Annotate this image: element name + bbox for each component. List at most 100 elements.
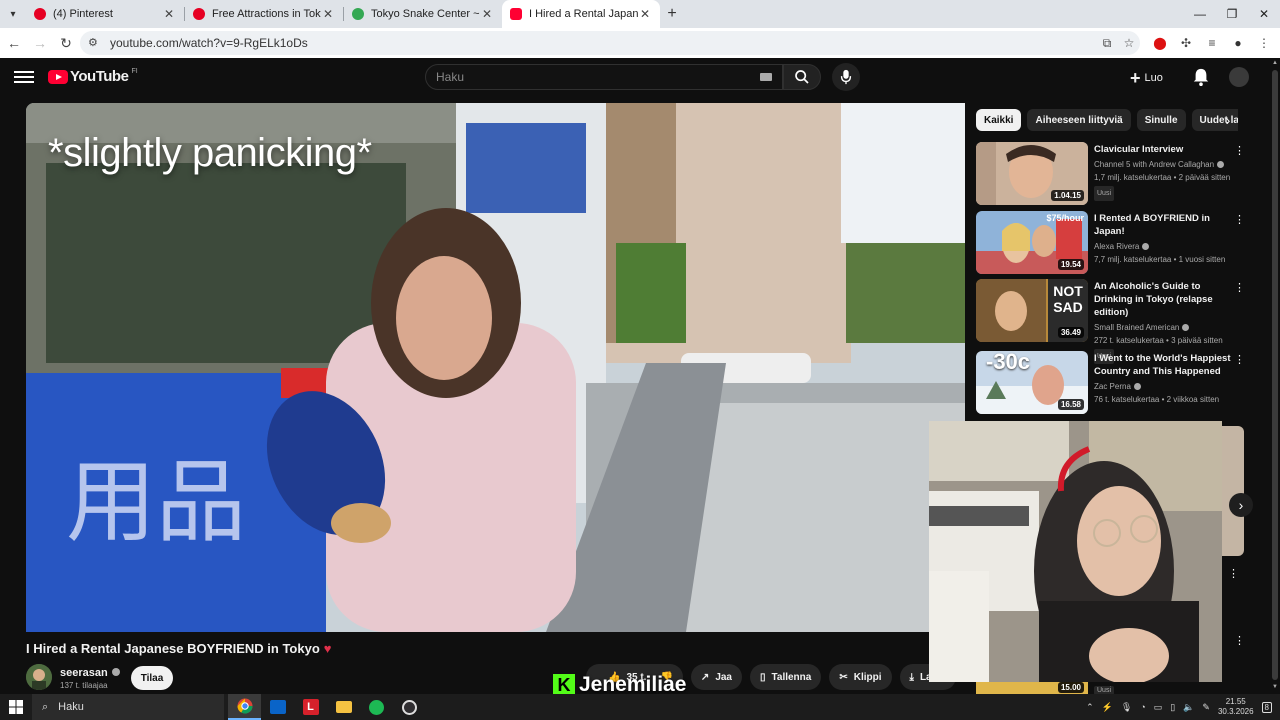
clip-button[interactable]: ✂ Klippi <box>829 664 892 690</box>
recommendation-channel[interactable]: Alexa Rivera <box>1094 240 1232 253</box>
youtube-logo[interactable]: YouTube FI <box>48 68 138 85</box>
channel-avatar[interactable] <box>26 664 52 690</box>
outlook-app-icon[interactable] <box>261 694 294 720</box>
recommendation-item[interactable]: 1.04.15 Clavicular Interview Channel 5 w… <box>976 142 1256 206</box>
chevron-right-icon[interactable]: › <box>1229 493 1253 517</box>
voice-search-button[interactable] <box>832 63 860 91</box>
more-options-icon[interactable]: ⋮ <box>1234 213 1245 227</box>
taskbar-search[interactable]: ⌕ Haku <box>32 694 224 720</box>
profile-avatar-icon[interactable]: ● <box>1228 36 1248 50</box>
wifi-icon[interactable]: ◔ <box>1140 702 1145 712</box>
page-scrollbar[interactable]: ▲ ▼ <box>1270 58 1280 694</box>
keyboard-icon[interactable] <box>760 73 772 81</box>
recommendation-title[interactable]: I Went to the World's Happiest Country a… <box>1094 352 1232 378</box>
more-options-icon[interactable]: ⋮ <box>1228 567 1239 580</box>
bookmark-star-icon[interactable]: ☆ <box>1118 36 1140 50</box>
minimize-icon[interactable]: — <box>1184 0 1216 28</box>
recommendation-channel[interactable]: Channel 5 with Andrew Callaghan <box>1094 158 1232 171</box>
browser-menu-icon[interactable]: ⋮ <box>1254 36 1274 50</box>
more-options-icon[interactable]: ⋮ <box>1234 144 1245 158</box>
microphone-tray-icon[interactable]: 🎙 <box>1121 702 1132 713</box>
opera-extension-icon[interactable]: ⬤ <box>1150 36 1170 50</box>
create-button[interactable]: + Luo <box>1130 66 1163 90</box>
recommendation-channel[interactable]: Small Brained American <box>1094 321 1232 334</box>
obs-app-icon[interactable] <box>393 694 426 720</box>
channel-name[interactable]: seerasan <box>60 667 120 679</box>
more-options-icon[interactable]: ⋮ <box>1234 281 1245 295</box>
file-explorer-app-icon[interactable] <box>327 694 360 720</box>
chip-for-you[interactable]: Sinulle <box>1136 109 1186 131</box>
red-l-app-icon[interactable]: L <box>294 694 327 720</box>
restore-icon[interactable]: ❐ <box>1216 0 1248 28</box>
browser-tab-2[interactable]: Free Attractions in Tokyo Itinerar ✕ <box>185 0 343 28</box>
volume-icon[interactable]: 🔈 <box>1183 702 1194 713</box>
recommendation-title[interactable]: Clavicular Interview <box>1094 143 1232 156</box>
clock[interactable]: 21.55 30.3.2026 <box>1218 697 1254 717</box>
channel-text[interactable]: Zac Perna <box>1094 382 1131 391</box>
new-tab-button[interactable]: + <box>660 0 684 28</box>
tab-close-icon[interactable]: ✕ <box>162 7 176 21</box>
pen-icon[interactable]: ✎ <box>1202 702 1210 713</box>
spotify-app-icon[interactable] <box>360 694 393 720</box>
recommendation-meta: 1,7 milj. katselukertaa • 2 päivää sitte… <box>1094 173 1231 182</box>
more-options-icon[interactable]: ⋮ <box>1234 353 1245 367</box>
site-info-icon[interactable]: ⚙ <box>88 36 102 50</box>
reload-icon[interactable]: ↻ <box>54 31 78 55</box>
channel-text[interactable]: Channel 5 with Andrew Callaghan <box>1094 160 1214 169</box>
video-thumbnail[interactable]: $75/hour 19.54 <box>976 211 1088 274</box>
browser-tab-3[interactable]: Tokyo Snake Center ~Cafe & Sna ✕ <box>344 0 502 28</box>
tab-close-icon[interactable]: ✕ <box>321 7 335 21</box>
partially-hidden-thumbnail[interactable] <box>1222 426 1244 556</box>
notifications-bell-icon[interactable] <box>1192 67 1210 87</box>
search-input[interactable] <box>436 70 760 84</box>
recommendation-title[interactable]: An Alcoholic's Guide to Drinking in Toky… <box>1094 280 1232 319</box>
duration-badge: 15.00 <box>1057 682 1084 693</box>
video-thumbnail[interactable]: 1.04.15 <box>976 142 1088 205</box>
account-avatar[interactable] <box>1229 67 1249 87</box>
recommendation-title[interactable]: I Rented A BOYFRIEND in Japan! <box>1094 212 1232 238</box>
channel-text[interactable]: Alexa Rivera <box>1094 242 1139 251</box>
display-icon[interactable]: ▭ <box>1154 702 1163 713</box>
video-thumbnail[interactable]: -30c 16.58 <box>976 351 1088 414</box>
address-bar[interactable]: ⚙ youtube.com/watch?v=9-RgELk1oDs ⧉ ☆ <box>80 31 1140 55</box>
battery-icon[interactable]: ▯ <box>1170 702 1175 713</box>
url-text[interactable]: youtube.com/watch?v=9-RgELk1oDs <box>110 36 1096 50</box>
browser-tab-1[interactable]: (4) Pinterest ✕ <box>26 0 184 28</box>
chip-all[interactable]: Kaikki <box>976 109 1022 131</box>
windows-start-icon[interactable] <box>0 694 32 720</box>
back-icon[interactable]: ← <box>2 31 26 55</box>
chrome-app-icon[interactable] <box>228 694 261 720</box>
partially-visible-thumbnail[interactable]: 15.00 <box>976 682 1088 694</box>
channel-name-text[interactable]: seerasan <box>60 667 108 679</box>
notifications-icon[interactable]: 8 <box>1261 701 1272 713</box>
browser-tab-4-active[interactable]: I Hired a Rental Japanese BOYFRI ✕ <box>502 0 660 28</box>
chip-related[interactable]: Aiheeseen liittyviä <box>1027 109 1131 131</box>
reading-list-icon[interactable]: ≡ <box>1202 36 1222 50</box>
channel-text[interactable]: Small Brained American <box>1094 323 1179 332</box>
install-app-icon[interactable]: ⧉ <box>1096 36 1118 51</box>
chevron-right-icon[interactable]: › <box>1220 110 1236 130</box>
tab-search-button[interactable]: ▾ <box>0 0 26 28</box>
share-button[interactable]: ↗ Jaa <box>690 664 742 690</box>
recommendation-item[interactable]: NOT SAD 36.49 An Alcoholic's Guide to Dr… <box>976 279 1256 364</box>
video-thumbnail[interactable]: NOT SAD 36.49 <box>976 279 1088 342</box>
scroll-up-arrow-icon[interactable]: ▲ <box>1271 60 1279 68</box>
save-button[interactable]: ▯ Tallenna <box>750 664 822 690</box>
tab-close-icon[interactable]: ✕ <box>480 7 494 21</box>
scrollbar-thumb[interactable] <box>1272 70 1278 680</box>
recommendation-item[interactable]: $75/hour 19.54 I Rented A BOYFRIEND in J… <box>976 211 1256 275</box>
forward-icon[interactable]: → <box>28 31 52 55</box>
subscribe-button[interactable]: Tilaa <box>131 666 173 690</box>
close-window-icon[interactable]: ✕ <box>1248 0 1280 28</box>
recommendation-channel[interactable]: Zac Perna <box>1094 380 1232 393</box>
video-player[interactable]: 用品 *slightly panicking* <box>26 103 965 632</box>
search-button[interactable] <box>783 64 821 90</box>
more-options-icon[interactable]: ⋮ <box>1234 634 1245 647</box>
recommendation-item[interactable]: -30c 16.58 I Went to the World's Happies… <box>976 351 1256 415</box>
show-hidden-icons-icon[interactable]: ⌃ <box>1086 702 1094 713</box>
hamburger-menu-icon[interactable] <box>14 68 34 88</box>
network-icon[interactable]: ⚡ <box>1102 702 1113 713</box>
extensions-puzzle-icon[interactable]: ✣ <box>1176 36 1196 50</box>
tab-close-icon[interactable]: ✕ <box>638 7 652 21</box>
scroll-down-arrow-icon[interactable]: ▼ <box>1271 684 1279 692</box>
